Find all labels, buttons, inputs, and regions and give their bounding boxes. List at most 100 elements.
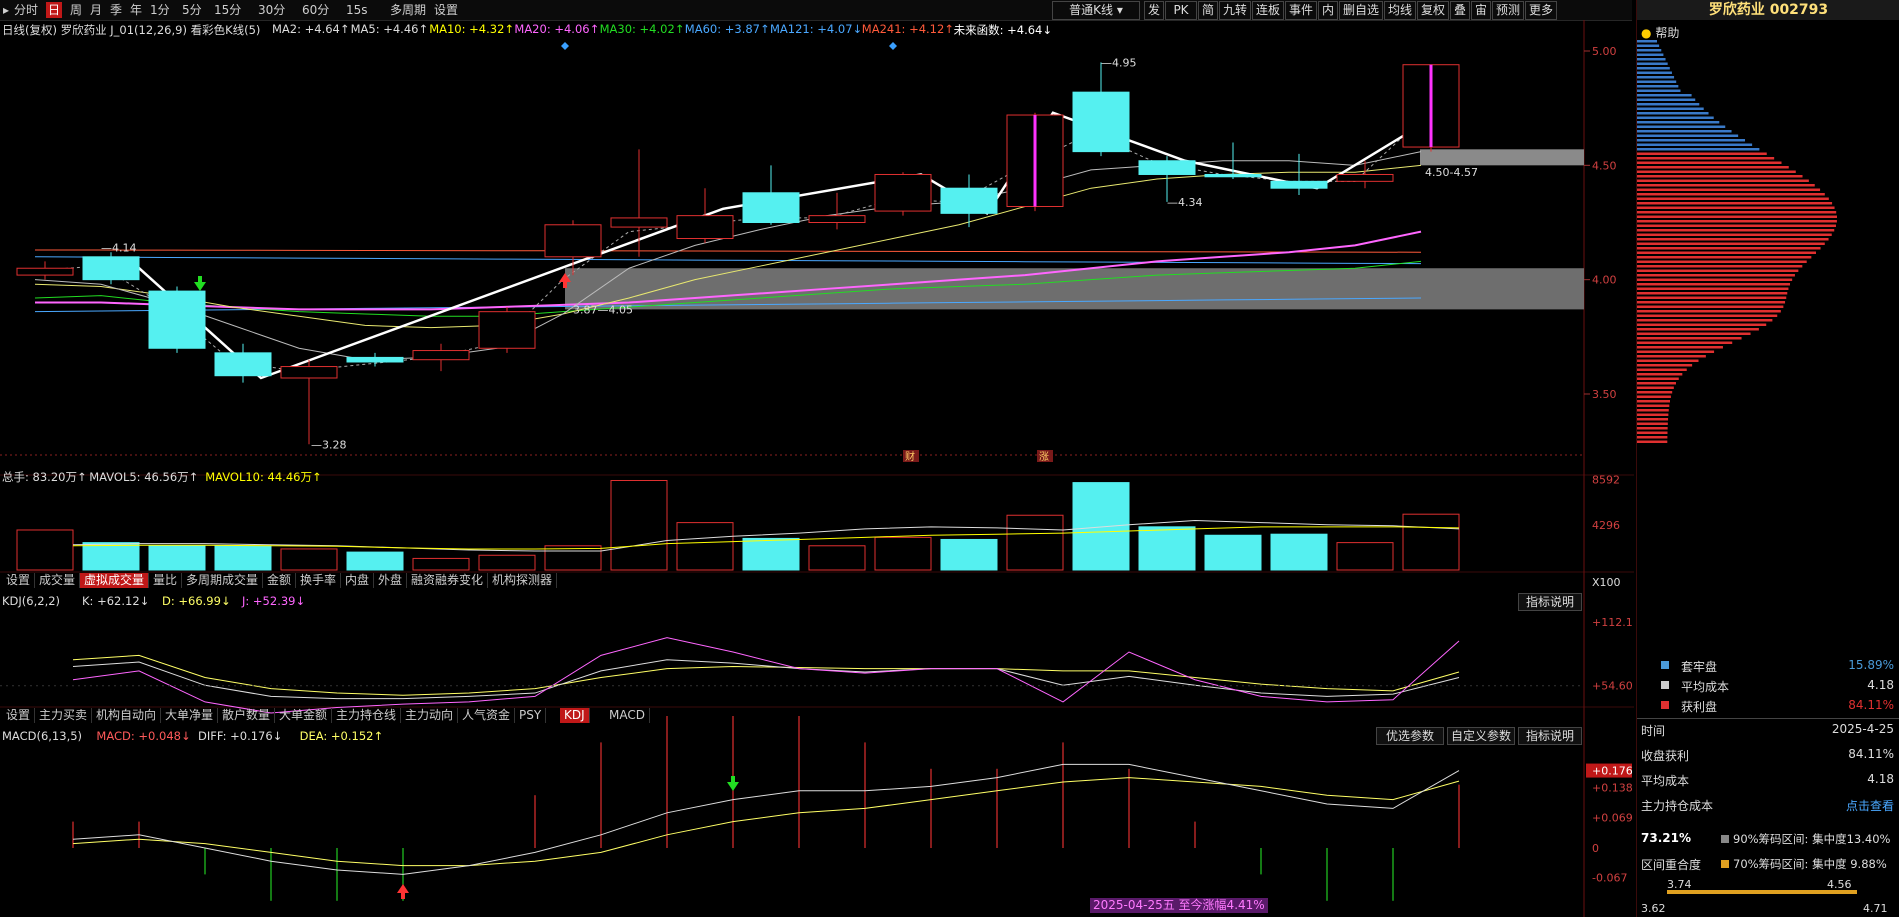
- tool-button-0[interactable]: 发: [1144, 1, 1164, 20]
- tool-button-8[interactable]: 均线: [1384, 1, 1416, 20]
- indicator-tab-11[interactable]: MACD: [605, 708, 650, 723]
- tool-button-11[interactable]: 宙: [1471, 1, 1491, 20]
- volume-bar: [16, 529, 74, 571]
- period-tab-10[interactable]: 60分: [302, 2, 329, 18]
- kline-type-select[interactable]: 普通K线 ▾: [1052, 1, 1140, 20]
- period-tab-9[interactable]: 30分: [258, 2, 285, 18]
- chip-bar: [1637, 337, 1742, 340]
- volume-tick-label: X100: [1592, 576, 1621, 589]
- chip-bar: [1637, 161, 1782, 164]
- indicator-tab-8[interactable]: 外盘: [374, 573, 408, 588]
- chip-bar: [1637, 224, 1836, 227]
- tool-button-1[interactable]: PK: [1165, 1, 1197, 20]
- chip-bar: [1637, 157, 1775, 160]
- chip-bar: [1637, 418, 1669, 421]
- chip-bar: [1637, 238, 1829, 241]
- tool-button-2[interactable]: 简: [1198, 1, 1218, 20]
- event-marker-label: 财: [905, 450, 915, 463]
- period-tab-0[interactable]: 分时: [14, 2, 38, 18]
- volume-bar: [82, 542, 140, 571]
- tool-button-7[interactable]: 删自选: [1339, 1, 1383, 20]
- period-tab-2[interactable]: 周: [70, 2, 82, 18]
- tool-button-10[interactable]: 叠: [1450, 1, 1470, 20]
- volume-bar: [1072, 482, 1130, 571]
- tool-button-6[interactable]: 内: [1318, 1, 1338, 20]
- indicator-value-2: D: +66.99↓: [162, 594, 231, 608]
- candle-body: [1336, 173, 1394, 182]
- volume-bar: [412, 557, 470, 571]
- indicator-tab-3[interactable]: 量比: [149, 573, 183, 588]
- tool-button-3[interactable]: 九转: [1219, 1, 1251, 20]
- indicator-tab-6[interactable]: 换手率: [296, 573, 342, 588]
- chip-bar: [1637, 112, 1709, 115]
- indicator-tab-4[interactable]: 多周期成交量: [182, 573, 264, 588]
- candle-body: [280, 366, 338, 379]
- period-tab-1[interactable]: 日: [46, 2, 63, 18]
- kdj-explain-button[interactable]: 指标说明: [1518, 593, 1582, 611]
- indicator-tab-2[interactable]: 虚拟成交量: [80, 573, 150, 588]
- indicator-tab-9[interactable]: PSY: [515, 708, 547, 723]
- chip-bar: [1637, 152, 1767, 155]
- preferred-params-button[interactable]: 优选参数: [1376, 727, 1444, 745]
- help-link[interactable]: ● 帮助: [1641, 24, 1679, 41]
- volume-bar: [1270, 533, 1328, 571]
- chip-bar: [1637, 436, 1668, 439]
- volume-bar: [742, 537, 800, 571]
- indicator-tab-7[interactable]: 内盘: [341, 573, 375, 588]
- period-tab-5[interactable]: 年: [130, 2, 142, 18]
- chip-bar: [1637, 220, 1837, 223]
- indicator-tab-1[interactable]: 主力买卖: [35, 708, 93, 723]
- indicator-tab-7[interactable]: 主力动向: [401, 708, 459, 723]
- tool-button-4[interactable]: 连板: [1252, 1, 1284, 20]
- indicator-value-0: 总手: 83.20万↑: [2, 470, 87, 484]
- volume-bar: [478, 554, 536, 571]
- macd-explain-button[interactable]: 指标说明: [1518, 727, 1582, 745]
- indicator-tab-5[interactable]: 大单金额: [275, 708, 333, 723]
- indicator-tab-4[interactable]: 散户数量: [218, 708, 276, 723]
- period-tab-4[interactable]: 季: [110, 2, 122, 18]
- chip-bar: [1637, 382, 1676, 385]
- period-tab-11[interactable]: 15s: [346, 2, 368, 18]
- dea-line: [72, 777, 1460, 867]
- indicator-tab-5[interactable]: 金额: [263, 573, 297, 588]
- indicator-tab-6[interactable]: 主力持仓线: [332, 708, 402, 723]
- indicator-tab-8[interactable]: 人气资金: [458, 708, 516, 723]
- indicator-tab-10[interactable]: KDJ: [560, 708, 590, 723]
- tool-button-13[interactable]: 更多: [1525, 1, 1557, 20]
- volume-tick-label: 4296: [1592, 519, 1620, 532]
- period-tab-12[interactable]: 多周期: [390, 2, 426, 18]
- kdj-tick-label: +112.1: [1592, 616, 1633, 629]
- orange-square-icon: [1721, 860, 1729, 868]
- indicator-tab-1[interactable]: 成交量: [35, 573, 81, 588]
- indicator-tab-3[interactable]: 大单净量: [161, 708, 219, 723]
- tool-button-9[interactable]: 复权: [1417, 1, 1449, 20]
- custom-params-button[interactable]: 自定义参数: [1447, 727, 1515, 745]
- indicator-tab-0[interactable]: 设置: [2, 573, 36, 588]
- sell-arrow-icon: [194, 276, 206, 291]
- indicator-tab-2[interactable]: 机构自动向: [92, 708, 162, 723]
- chip-bar: [1637, 53, 1664, 56]
- period-tab-8[interactable]: 15分: [214, 2, 241, 18]
- period-tab-6[interactable]: 1分: [150, 2, 170, 18]
- chip-bar: [1637, 80, 1677, 83]
- indicator-tab-10[interactable]: 机构探测器: [488, 573, 558, 588]
- volume-bar: [544, 545, 602, 571]
- chip-bar: [1637, 355, 1706, 358]
- period-tab-3[interactable]: 月: [90, 2, 102, 18]
- indicator-tab-9[interactable]: 融资融券变化: [407, 573, 489, 588]
- chip-bar: [1637, 310, 1781, 313]
- indicator-tab-0[interactable]: 设置: [2, 708, 36, 723]
- chip-bar: [1637, 440, 1668, 443]
- tool-button-12[interactable]: 预测: [1492, 1, 1524, 20]
- chip-bar: [1637, 305, 1784, 308]
- info-value[interactable]: 点击查看: [1846, 797, 1894, 814]
- chip-bar: [1637, 404, 1670, 407]
- period-tab-7[interactable]: 5分: [182, 2, 202, 18]
- tool-button-5[interactable]: 事件: [1285, 1, 1317, 20]
- period-tab-13[interactable]: 设置: [434, 2, 458, 18]
- collapse-icon[interactable]: ▸: [3, 2, 9, 18]
- range-axis-label: 3.74: [1667, 878, 1692, 891]
- chip-bar: [1637, 166, 1789, 169]
- ma5-line: [34, 151, 1422, 361]
- chip-distribution-panel: 罗欣药业 002793 ● 帮助 套牢盘 15.89% 平均成本 4.18 获利盘 84.…: [1636, 0, 1899, 917]
